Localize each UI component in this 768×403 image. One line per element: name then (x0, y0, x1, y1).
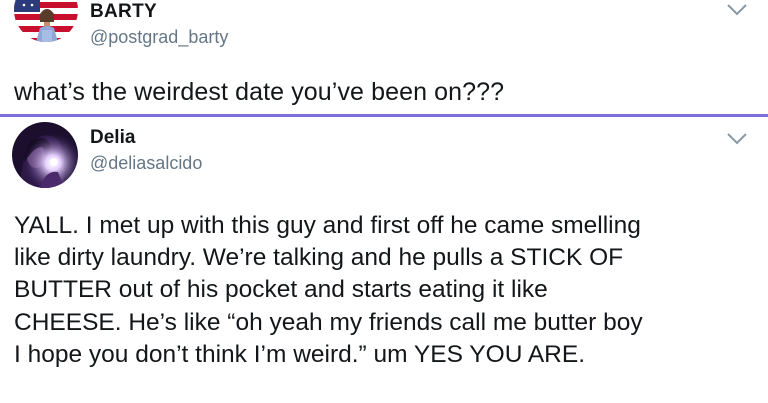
tweet-text-line: BUTTER out of his pocket and starts eati… (14, 276, 548, 304)
chevron-down-icon[interactable] (726, 132, 748, 146)
tweet-delia: Delia @deliasalcido YALL. I met up with … (0, 117, 768, 403)
night-avatar-image (12, 122, 78, 188)
tweet-text-line: I hope you don’t think I’m weird.” um YE… (14, 340, 586, 368)
tweet-text-line: YALL. I met up with this guy and first o… (14, 212, 641, 239)
avatar[interactable] (14, 0, 78, 42)
display-name[interactable]: Delia (90, 127, 135, 149)
tweet-text: YALL. I met up with this guy and first o… (14, 210, 643, 371)
tweet-text: what’s the weirdest date you’ve been on?… (14, 78, 505, 106)
tweet-barty: BARTY @postgrad_barty what’s the weirdes… (0, 0, 768, 117)
user-handle[interactable]: @postgrad_barty (90, 27, 228, 48)
user-handle[interactable]: @deliasalcido (90, 153, 202, 174)
flag-avatar-image (14, 0, 78, 42)
tweet-text-line: like dirty laundry. We’re talking and he… (14, 244, 624, 272)
avatar[interactable] (12, 122, 78, 188)
chevron-down-icon[interactable] (726, 3, 748, 17)
display-name[interactable]: BARTY (90, 1, 157, 23)
tweet-text-line: CHEESE. He’s like “oh yeah my friends ca… (14, 308, 643, 336)
